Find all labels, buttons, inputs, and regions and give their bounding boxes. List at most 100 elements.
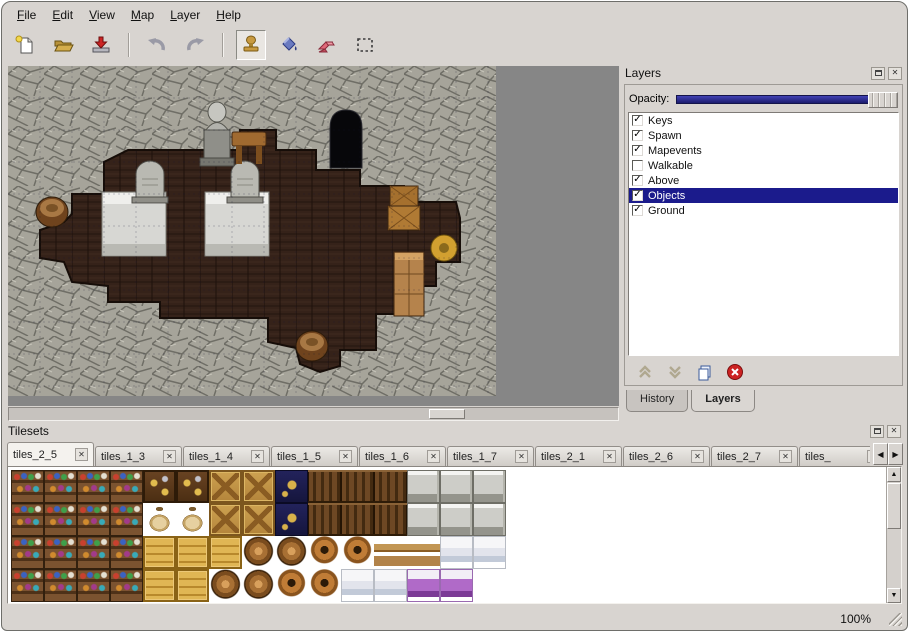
tileset-tile-crateDark[interactable]: [143, 470, 176, 503]
layer-checkbox[interactable]: [632, 160, 643, 171]
tileset-tile-bedWhite[interactable]: [374, 569, 407, 602]
panel-float-button[interactable]: [870, 425, 884, 438]
tileset-tile-crate[interactable]: [209, 503, 242, 536]
panel-close-button[interactable]: ✕: [887, 425, 901, 438]
menu-item-map[interactable]: Map: [124, 6, 161, 24]
tileset-tab-tiles_1_3[interactable]: tiles_1_3 ✕: [95, 446, 182, 466]
tileset-tile-bedPurple[interactable]: [440, 569, 473, 602]
tab-close-icon[interactable]: ✕: [779, 450, 792, 463]
tileset-tile-shelf[interactable]: [110, 536, 143, 569]
tileset-tile-rack[interactable]: [341, 470, 374, 503]
save-button[interactable]: [86, 30, 116, 60]
tileset-tile-pot[interactable]: [308, 536, 341, 569]
tab-close-icon[interactable]: ✕: [339, 450, 352, 463]
tileset-tile-shelf[interactable]: [110, 569, 143, 602]
layer-row-spawn[interactable]: ✓ Spawn: [629, 128, 898, 143]
lower-layer-icon[interactable]: [666, 363, 684, 381]
tileset-tab-clipped[interactable]: tiles_ ✕: [799, 446, 870, 466]
layer-list[interactable]: ✓ Keys ✓ Spawn ✓ Mapevents Walkable ✓: [628, 112, 899, 356]
tileset-tile-shelf[interactable]: [110, 503, 143, 536]
tileset-tile-rack[interactable]: [308, 470, 341, 503]
open-button[interactable]: [48, 30, 78, 60]
menu-item-edit[interactable]: Edit: [45, 6, 80, 24]
tileset-tab-tiles_1_4[interactable]: tiles_1_4 ✕: [183, 446, 270, 466]
tileset-tile-shelf[interactable]: [77, 536, 110, 569]
tileset-tile-barrel[interactable]: [242, 536, 275, 569]
tab-scroll-right-icon[interactable]: ▶: [888, 443, 903, 465]
opacity-slider-handle[interactable]: [868, 92, 898, 108]
tileset-tile-arch[interactable]: [473, 470, 506, 503]
tileset-tab-tiles_1_5[interactable]: tiles_1_5 ✕: [271, 446, 358, 466]
scrollbar-thumb[interactable]: [429, 409, 465, 419]
tileset-tile-crate[interactable]: [242, 503, 275, 536]
layer-row-ground[interactable]: ✓ Ground: [629, 203, 898, 218]
tileset-tile-bedWhite[interactable]: [473, 536, 506, 569]
layer-checkbox[interactable]: ✓: [632, 175, 643, 186]
tileset-tile-barrel[interactable]: [209, 569, 242, 602]
menu-item-file[interactable]: File: [10, 6, 43, 24]
tileset-tile-blank[interactable]: [506, 569, 539, 602]
tileset-tab-tiles_2_7[interactable]: tiles_2_7 ✕: [711, 446, 798, 466]
tab-scroll-left-icon[interactable]: ◀: [873, 443, 888, 465]
tileset-tile-barrel[interactable]: [242, 569, 275, 602]
tileset-tile-bedPurple[interactable]: [407, 569, 440, 602]
tileset-tile-blank[interactable]: [506, 536, 539, 569]
tileset-tile-navy[interactable]: [275, 503, 308, 536]
duplicate-layer-icon[interactable]: [696, 363, 714, 381]
undo-button[interactable]: [142, 30, 172, 60]
tileset-tile-sack[interactable]: [176, 503, 209, 536]
tileset-tile-crate[interactable]: [242, 470, 275, 503]
tileset-tile-shelf[interactable]: [77, 569, 110, 602]
tileset-tile-arch[interactable]: [440, 470, 473, 503]
tileset-tab-tiles_1_6[interactable]: tiles_1_6 ✕: [359, 446, 446, 466]
tab-history[interactable]: History: [626, 390, 688, 412]
tab-close-icon[interactable]: ✕: [603, 450, 616, 463]
tileset-tile-bedWhite[interactable]: [341, 569, 374, 602]
tileset-tab-tiles_1_7[interactable]: tiles_1_7 ✕: [447, 446, 534, 466]
layer-checkbox[interactable]: ✓: [632, 145, 643, 156]
fill-tool-button[interactable]: [274, 30, 304, 60]
stamp-tool-button[interactable]: [236, 30, 266, 60]
layer-row-above[interactable]: ✓ Above: [629, 173, 898, 188]
tab-close-icon[interactable]: ✕: [691, 450, 704, 463]
layer-checkbox[interactable]: ✓: [632, 115, 643, 126]
tileset-tile-goldcrate[interactable]: [176, 569, 209, 602]
layer-row-walkable[interactable]: Walkable: [629, 158, 898, 173]
tileset-tile-crateDark[interactable]: [176, 470, 209, 503]
tab-close-icon[interactable]: ✕: [251, 450, 264, 463]
tileset-tile-shelf[interactable]: [44, 536, 77, 569]
menu-item-view[interactable]: View: [82, 6, 122, 24]
tileset-tile-shelf[interactable]: [11, 503, 44, 536]
tileset-tile-shelf[interactable]: [11, 569, 44, 602]
layer-checkbox[interactable]: ✓: [632, 130, 643, 141]
tab-close-icon[interactable]: ✕: [867, 450, 870, 463]
panel-close-button[interactable]: ✕: [888, 67, 902, 80]
tab-close-icon[interactable]: ✕: [163, 450, 176, 463]
tileset-tile-rack[interactable]: [308, 503, 341, 536]
tileset-tile-arch[interactable]: [473, 503, 506, 536]
tileset-tile-shelf[interactable]: [77, 503, 110, 536]
scroll-down-icon[interactable]: ▼: [887, 588, 901, 603]
tab-close-icon[interactable]: ✕: [75, 448, 88, 461]
opacity-slider[interactable]: [676, 95, 898, 104]
tileset-tile-pot[interactable]: [275, 569, 308, 602]
scroll-up-icon[interactable]: ▲: [887, 467, 901, 482]
tileset-tile-blank[interactable]: [506, 503, 539, 536]
tileset-tile-goldcrate[interactable]: [209, 536, 242, 569]
layer-checkbox[interactable]: ✓: [632, 205, 643, 216]
tileset-tile-shelf[interactable]: [44, 470, 77, 503]
raise-layer-icon[interactable]: [636, 363, 654, 381]
tileset-tile-sack[interactable]: [143, 503, 176, 536]
tileset-tile-blank[interactable]: [473, 569, 506, 602]
tileset-tile-goldcrate[interactable]: [176, 536, 209, 569]
tileset-tile-bench[interactable]: [407, 536, 440, 569]
map-horizontal-scrollbar[interactable]: [8, 407, 619, 421]
panel-float-button[interactable]: [871, 67, 885, 80]
scrollbar-thumb[interactable]: [887, 483, 901, 529]
map-canvas[interactable]: [8, 66, 496, 396]
tileset-tile-shelf[interactable]: [77, 470, 110, 503]
layer-row-mapevents[interactable]: ✓ Mapevents: [629, 143, 898, 158]
tileset-tile-shelf[interactable]: [11, 536, 44, 569]
resize-grip[interactable]: [889, 613, 902, 626]
tileset-tile-shelf[interactable]: [11, 470, 44, 503]
